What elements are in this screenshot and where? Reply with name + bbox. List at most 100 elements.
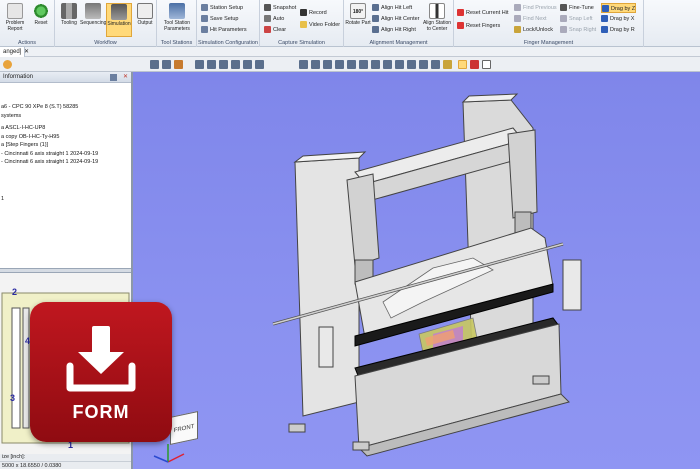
highlight-icon[interactable] (443, 60, 452, 69)
finger-management-group: Reset Current Hit Reset Fingers Find Pre… (454, 0, 644, 47)
zoom-out-icon[interactable] (243, 60, 252, 69)
view-bottom-icon[interactable] (371, 60, 380, 69)
auto-label: Auto (273, 16, 285, 22)
reset-current-hit-button[interactable]: Reset Current Hit (457, 8, 509, 18)
folder-icon (300, 21, 307, 29)
info-line: systems (1, 112, 22, 119)
capture-simulation-group: Snapshot Auto Clear Record Video Folder … (260, 0, 344, 47)
3d-viewport[interactable] (133, 72, 700, 469)
info-line: - Cincinnati 6 axis straight 1 2024-09-1… (1, 150, 99, 157)
sequencing-button[interactable]: Sequencing (80, 3, 106, 37)
align-station-to-center-button[interactable]: Align Station to Center (422, 3, 452, 37)
problem-report-icon (7, 3, 23, 19)
view-iso3-icon[interactable] (395, 60, 404, 69)
drag-by-z-button[interactable]: Drag by Z (601, 3, 637, 13)
drag-z-icon (602, 5, 609, 13)
drag-by-x-button[interactable]: Drag by X (601, 14, 634, 24)
hit-parameters-button[interactable]: Hit Parameters (201, 25, 247, 35)
find-next-label: Find Next (523, 16, 547, 22)
form-download-badge[interactable]: FORM (30, 302, 172, 442)
view-right-icon[interactable] (347, 60, 356, 69)
information-panel-title: Information (3, 74, 34, 80)
zoom-window-icon[interactable] (219, 60, 228, 69)
find-next-button[interactable]: Find Next (514, 14, 547, 24)
close-tab-icon[interactable]: ✕ (24, 47, 29, 57)
document-tab-label: anged] (3, 49, 22, 55)
finger-management-group-label: Finger Management (523, 40, 574, 46)
auto-button[interactable]: Auto (264, 14, 284, 24)
zoom-fit-icon[interactable] (255, 60, 264, 69)
station-label: 2 (12, 287, 18, 297)
fine-tune-label: Fine-Tune (569, 5, 594, 11)
output-label: Output (137, 20, 153, 26)
simulation-icon (111, 4, 127, 20)
view-iso-icon[interactable] (299, 60, 308, 69)
output-button[interactable]: Output (132, 3, 158, 37)
tooling-button[interactable]: Tooling (56, 3, 82, 37)
view-iso4-icon[interactable] (407, 60, 416, 69)
reset-button[interactable]: Reset (28, 3, 54, 37)
ribbon: Problem Report Reset Actions Tooling Seq… (0, 0, 700, 47)
alignment-management-group-label: Alignment Management (369, 40, 428, 46)
panel-options-icon[interactable] (110, 74, 117, 81)
download-icon (66, 326, 136, 392)
clear-button[interactable]: Clear (264, 25, 286, 35)
problem-report-button[interactable]: Problem Report (2, 3, 28, 37)
record-icon (300, 9, 307, 17)
drag-by-r-button[interactable]: Drag by R (601, 25, 635, 35)
redo-icon[interactable] (162, 60, 171, 69)
simulation-button[interactable]: Simulation (106, 3, 132, 37)
tool-stations-group: Tool Station Parameters Tool Stations (157, 0, 197, 47)
snapshot-label: Snapshot (273, 5, 297, 11)
station-setup-label: Station Setup (210, 5, 244, 11)
undo-icon[interactable] (150, 60, 159, 69)
find-previous-button[interactable]: Find Previous (514, 3, 557, 13)
align-hit-left-button[interactable]: Align Hit Left (372, 3, 412, 13)
save-setup-button[interactable]: Save Setup (201, 14, 238, 24)
fine-tune-button[interactable]: Fine-Tune (560, 3, 594, 13)
view-iso2-icon[interactable] (383, 60, 392, 69)
snap-left-button[interactable]: Snap Left (560, 14, 593, 24)
form-badge-label: FORM (72, 402, 130, 422)
snap-right-button[interactable]: Snap Right (560, 25, 596, 35)
reset-label: Reset (34, 20, 48, 26)
snapshot-button[interactable]: Snapshot (264, 3, 296, 13)
document-tab[interactable]: anged] (0, 47, 26, 57)
station-setup-button[interactable]: Station Setup (201, 3, 243, 13)
reset-hit-icon (457, 9, 464, 17)
reset-fingers-button[interactable]: Reset Fingers (457, 21, 500, 31)
align-hit-center-button[interactable]: Align Hit Center (372, 14, 420, 24)
options-icon[interactable] (3, 60, 12, 69)
tool-station-parameters-button[interactable]: Tool Station Parameters (160, 3, 194, 37)
video-folder-label: Video Folder (309, 22, 341, 28)
zoom-in-icon[interactable] (231, 60, 240, 69)
rotate-part-button[interactable]: 180° Rotate Part (345, 3, 371, 37)
panel-close-icon[interactable]: ✕ (123, 72, 128, 83)
view-top-icon[interactable] (359, 60, 368, 69)
find-previous-label: Find Previous (523, 5, 557, 11)
view-front-icon[interactable] (311, 60, 320, 69)
align-hit-right-button[interactable]: Align Hit Right (372, 25, 416, 35)
video-folder-button[interactable]: Video Folder (300, 20, 340, 30)
view-iso5-icon[interactable] (419, 60, 428, 69)
blank-icon[interactable] (482, 60, 491, 69)
paint-icon[interactable] (174, 60, 183, 69)
stop-icon[interactable] (470, 60, 479, 69)
view-left-icon[interactable] (335, 60, 344, 69)
simulation-label: Simulation (107, 21, 131, 27)
rotate-view-icon[interactable] (195, 60, 204, 69)
clear-label: Clear (273, 27, 287, 33)
lock-unlock-button[interactable]: Lock/Unlock (514, 25, 553, 35)
lock-unlock-label: Lock/Unlock (523, 27, 553, 33)
view-iso6-icon[interactable] (431, 60, 440, 69)
view-back-icon[interactable] (323, 60, 332, 69)
snap-right-icon (560, 26, 567, 34)
pan-icon[interactable] (207, 60, 216, 69)
record-button[interactable]: Record (300, 8, 327, 18)
save-setup-icon (201, 15, 208, 23)
shaded-mode-icon[interactable] (458, 60, 467, 69)
tool-station-parameters-icon (169, 3, 185, 19)
information-panel-header: Information ✕ (0, 72, 131, 83)
workflow-group: Tooling Sequencing Simulation Output Wor… (55, 0, 157, 47)
hit-parameters-label: Hit Parameters (210, 27, 247, 33)
